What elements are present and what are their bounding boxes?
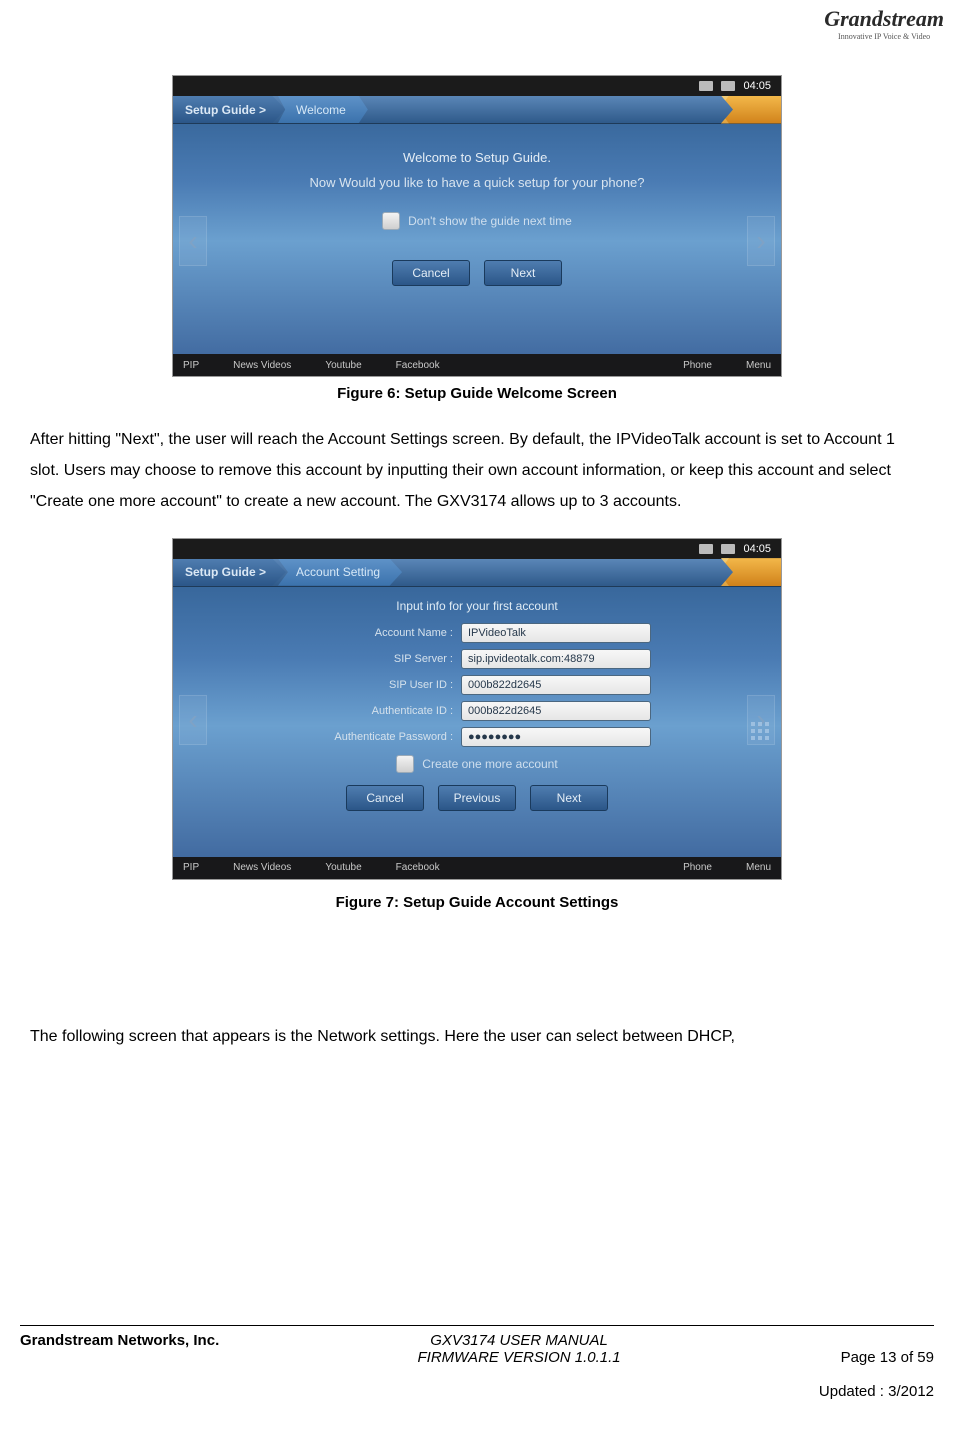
volume-icon — [721, 81, 735, 91]
next-button[interactable]: Next — [484, 260, 562, 286]
cancel-button[interactable]: Cancel — [392, 260, 470, 286]
paragraph-2: The following screen that appears is the… — [30, 1021, 924, 1052]
welcome-subtitle: Now Would you like to have a quick setup… — [213, 175, 741, 190]
sip-user-input[interactable]: 000b822d2645 — [461, 675, 651, 695]
bottombar-phone[interactable]: Phone — [683, 862, 712, 873]
sip-user-label: SIP User ID : — [303, 679, 453, 691]
status-time: 04:05 — [743, 80, 771, 92]
bottom-bar: PIP News Videos Youtube Facebook Phone M… — [173, 857, 781, 879]
sip-server-label: SIP Server : — [303, 653, 453, 665]
cancel-button[interactable]: Cancel — [346, 785, 424, 811]
apps-grid-icon[interactable] — [751, 722, 773, 740]
bottombar-menu[interactable]: Menu — [746, 862, 771, 873]
welcome-title: Welcome to Setup Guide. — [213, 150, 741, 165]
status-bar: 04:05 — [173, 539, 781, 559]
keyboard-icon — [699, 544, 713, 554]
progress-arrow-icon — [721, 96, 781, 124]
sip-server-input[interactable]: sip.ipvideotalk.com:48879 — [461, 649, 651, 669]
bottombar-pip[interactable]: PIP — [183, 360, 199, 371]
figure-7-screenshot: 04:05 Setup Guide > Account Setting ‹ › … — [172, 538, 782, 880]
prev-page-arrow[interactable]: ‹ — [179, 216, 207, 266]
status-time: 04:05 — [743, 543, 771, 555]
breadcrumb: Setup Guide > Account Setting — [173, 559, 781, 587]
bottombar-youtube[interactable]: Youtube — [325, 862, 361, 873]
brand-logo: Grandstream Innovative IP Voice & Video — [824, 6, 944, 41]
bottombar-facebook[interactable]: Facebook — [396, 862, 440, 873]
dont-show-checkbox[interactable] — [382, 212, 400, 230]
brand-name: Grandstream — [824, 6, 944, 32]
brand-tagline: Innovative IP Voice & Video — [824, 32, 944, 41]
footer-manual: GXV3174 USER MANUAL — [219, 1332, 819, 1349]
breadcrumb: Setup Guide > Welcome — [173, 96, 781, 124]
auth-id-label: Authenticate ID : — [303, 705, 453, 717]
bottombar-youtube[interactable]: Youtube — [325, 360, 361, 371]
next-page-arrow[interactable]: › — [747, 216, 775, 266]
create-more-label: Create one more account — [422, 757, 557, 771]
bottombar-phone[interactable]: Phone — [683, 360, 712, 371]
breadcrumb-current: Welcome — [278, 96, 368, 123]
form-title: Input info for your first account — [223, 599, 731, 613]
figure-6-screenshot: 04:05 Setup Guide > Welcome ‹ › Welcome … — [172, 75, 782, 377]
bottombar-news[interactable]: News Videos — [233, 862, 291, 873]
footer-company: Grandstream Networks, Inc. — [20, 1332, 219, 1417]
breadcrumb-root[interactable]: Setup Guide > — [173, 96, 286, 123]
breadcrumb-current: Account Setting — [278, 559, 402, 586]
breadcrumb-root[interactable]: Setup Guide > — [173, 559, 286, 586]
account-name-input[interactable]: IPVideoTalk — [461, 623, 651, 643]
auth-password-label: Authenticate Password : — [303, 731, 453, 743]
keyboard-icon — [699, 81, 713, 91]
footer-firmware: FIRMWARE VERSION 1.0.1.1 — [219, 1349, 819, 1366]
create-more-checkbox[interactable] — [396, 755, 414, 773]
dont-show-label: Don't show the guide next time — [408, 214, 572, 228]
bottombar-facebook[interactable]: Facebook — [396, 360, 440, 371]
paragraph-1: After hitting "Next", the user will reac… — [30, 424, 924, 518]
bottom-bar: PIP News Videos Youtube Facebook Phone M… — [173, 354, 781, 376]
account-name-label: Account Name : — [303, 627, 453, 639]
bottombar-menu[interactable]: Menu — [746, 360, 771, 371]
next-button[interactable]: Next — [530, 785, 608, 811]
status-bar: 04:05 — [173, 76, 781, 96]
footer-page: Page 13 of 59 — [819, 1349, 934, 1366]
bottombar-pip[interactable]: PIP — [183, 862, 199, 873]
auth-id-input[interactable]: 000b822d2645 — [461, 701, 651, 721]
auth-password-input[interactable]: ●●●●●●●● — [461, 727, 651, 747]
figure-7-caption: Figure 7: Setup Guide Account Settings — [20, 894, 934, 911]
previous-button[interactable]: Previous — [438, 785, 516, 811]
bottombar-news[interactable]: News Videos — [233, 360, 291, 371]
prev-page-arrow[interactable]: ‹ — [179, 695, 207, 745]
page-footer: Grandstream Networks, Inc. GXV3174 USER … — [20, 1325, 934, 1417]
footer-updated: Updated : 3/2012 — [819, 1383, 934, 1400]
progress-arrow-icon — [721, 558, 781, 586]
figure-6-caption: Figure 6: Setup Guide Welcome Screen — [20, 385, 934, 402]
volume-icon — [721, 544, 735, 554]
